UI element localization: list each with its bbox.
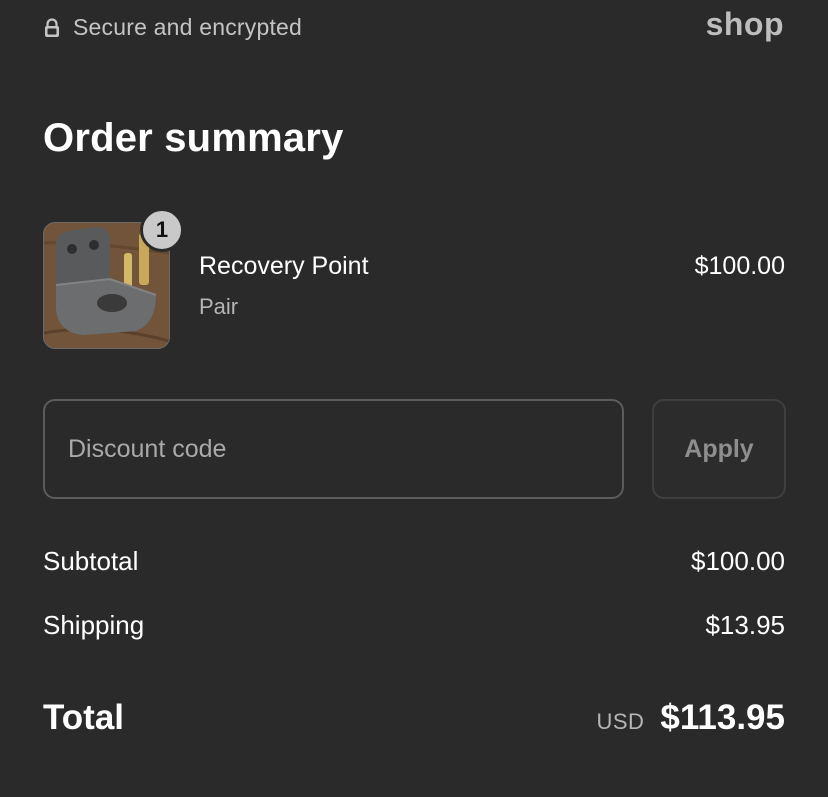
checkout-header: Secure and encrypted shop (43, 6, 784, 44)
total-row: Total USD $113.95 (43, 698, 785, 742)
shipping-label: Shipping (43, 610, 145, 640)
lock-icon (43, 17, 61, 38)
shipping-value: $13.95 (705, 610, 785, 640)
product-variant: Pair (199, 294, 239, 319)
subtotal-row: Subtotal $100.00 (43, 546, 785, 580)
total-amount: USD $113.95 (596, 698, 785, 738)
secure-text: Secure and encrypted (73, 14, 303, 40)
line-item: 1 Recovery Point Pair $100.00 (43, 208, 785, 350)
page-title: Order summary (43, 116, 344, 160)
quantity-badge: 1 (140, 208, 184, 252)
apply-discount-button[interactable]: Apply (652, 399, 786, 499)
currency-code: USD (596, 709, 645, 734)
discount-code-input[interactable] (43, 399, 624, 499)
total-value: $113.95 (660, 698, 785, 737)
subtotal-label: Subtotal (43, 546, 139, 576)
product-price: $100.00 (694, 252, 785, 280)
subtotal-value: $100.00 (691, 546, 785, 576)
total-label: Total (43, 698, 125, 737)
shop-logo: shop (705, 6, 784, 42)
product-name: Recovery Point (199, 252, 369, 280)
secure-indicator: Secure and encrypted (43, 14, 302, 41)
shipping-row: Shipping $13.95 (43, 610, 785, 644)
order-summary-page: Secure and encrypted shop Order summary (0, 0, 828, 797)
